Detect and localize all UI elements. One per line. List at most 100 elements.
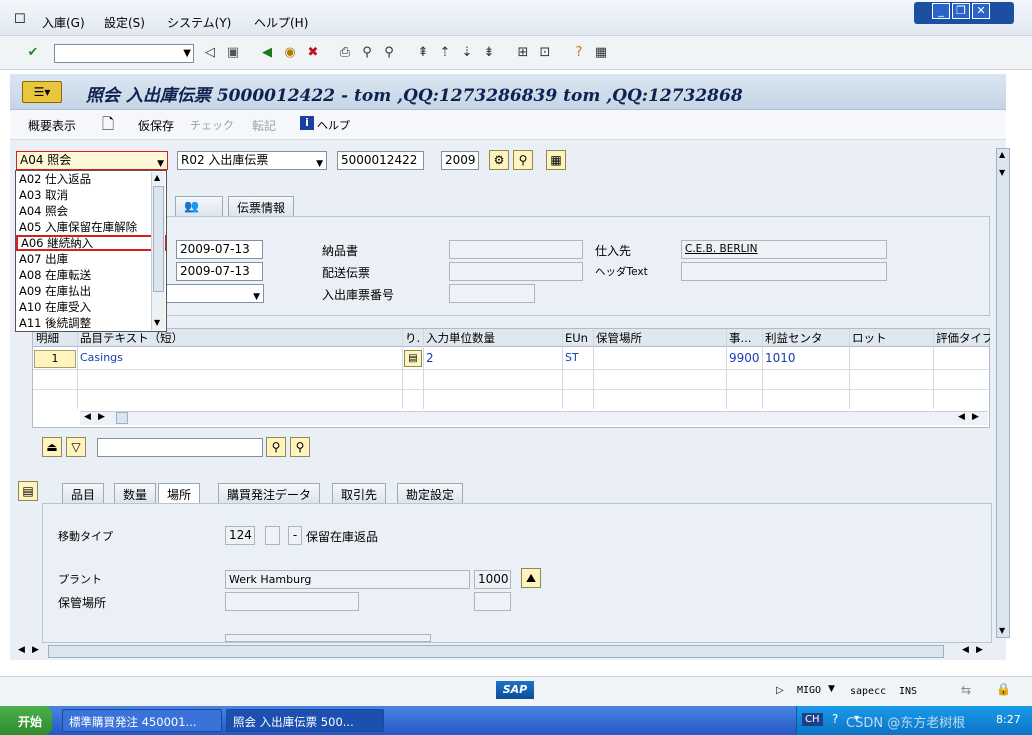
command-field[interactable]: ▼ — [54, 44, 194, 63]
scroll-right-icon[interactable]: ▶ — [98, 412, 105, 422]
slip-number-field[interactable] — [449, 284, 535, 303]
filter-icon[interactable]: ▽ — [66, 437, 86, 457]
dropdown-scroll-thumb[interactable] — [153, 186, 164, 292]
cancel-icon[interactable]: ✖ — [304, 44, 322, 62]
dropdown-option[interactable]: A09 在庫払出 — [16, 283, 166, 299]
scroll-left-end-icon[interactable]: ◀ — [958, 412, 965, 422]
reference-select[interactable]: R02 入出庫伝票 ▼ — [177, 151, 327, 170]
overview-button[interactable]: 概要表示 — [28, 117, 76, 134]
table-horizontal-scrollbar[interactable] — [80, 411, 988, 425]
scroll-right-end-icon[interactable]: ▶ — [972, 412, 979, 422]
detail-toggle-icon[interactable]: ▤ — [18, 481, 38, 501]
help-button[interactable]: ヘルプ — [317, 117, 350, 133]
tab-partner[interactable]: 👥 — [175, 196, 223, 216]
tab-where[interactable]: 場所 — [158, 483, 201, 503]
plant-code-field[interactable]: 1000 — [474, 570, 511, 589]
dropdown-scroll-up-icon[interactable]: ▲ — [154, 173, 160, 182]
dropdown-option[interactable]: A07 出庫 — [16, 251, 166, 267]
close-icon[interactable]: ✕ — [972, 3, 990, 19]
col-ok[interactable]: り. — [405, 329, 420, 347]
col-valuation[interactable]: 評価タイプ — [936, 329, 990, 347]
tab-po-data[interactable]: 購買発注データ — [218, 483, 321, 503]
find-next-icon[interactable]: ⚲ — [380, 44, 398, 62]
dropdown-option[interactable]: A11 後続調整 — [16, 315, 166, 331]
tab-partner-detail[interactable]: 取引先 — [332, 483, 387, 503]
storage-code-field[interactable] — [474, 592, 511, 611]
screen-menu-icon[interactable]: ☰▾ — [22, 81, 62, 103]
check-button[interactable]: チェック — [190, 117, 234, 133]
main-horizontal-scrollbar[interactable] — [48, 645, 944, 658]
tab-material[interactable]: 品目 — [62, 483, 105, 503]
storage-name-field[interactable] — [225, 592, 359, 611]
scroll-right-icon[interactable]: ▶ — [32, 645, 39, 655]
cell-profit-center[interactable]: 1010 — [765, 351, 796, 365]
plant-detail-icon[interactable]: ⛰ — [521, 568, 541, 588]
dropdown-option-highlighted[interactable]: A06 継続納入 — [16, 235, 166, 251]
new-session-icon[interactable]: ⊞ — [514, 44, 532, 62]
new-document-icon[interactable]: 🗋 — [102, 114, 114, 139]
next-page-icon[interactable]: ⇣ — [458, 44, 476, 62]
taskbar-item-po[interactable]: 標準購買発注 450001... — [62, 709, 222, 732]
action-select[interactable]: A04 照会 ▼ — [16, 151, 168, 170]
scroll-down-bottom-icon[interactable]: ▼ — [999, 626, 1005, 635]
scroll-thumb[interactable] — [116, 412, 128, 424]
col-batch[interactable]: ロット — [852, 329, 887, 347]
lang-indicator[interactable]: CH — [802, 713, 823, 726]
taskbar-item-doc[interactable]: 照会 入出庫伝票 500... — [226, 709, 384, 732]
menu-item-system[interactable]: システム(Y) — [167, 14, 231, 31]
delete-row-icon[interactable]: ⏏ — [42, 437, 62, 457]
scroll-up-icon[interactable]: ▲ — [999, 150, 1005, 159]
col-bus-area[interactable]: 事... — [729, 329, 751, 347]
header-select[interactable]: ▼ — [160, 284, 264, 303]
dropdown-scroll-down-icon[interactable]: ▼ — [154, 318, 160, 327]
prev-page-icon[interactable]: ⇡ — [436, 44, 454, 62]
col-qty[interactable]: 入力単位数量 — [426, 329, 495, 347]
dropdown-option[interactable]: A02 仕入返品 — [16, 171, 166, 187]
scroll-left-icon[interactable]: ◀ — [18, 645, 25, 655]
menu-item-goods[interactable]: 入庫(G) — [42, 14, 85, 31]
enter-icon[interactable]: ✔ — [24, 44, 42, 62]
help-icon[interactable]: ? — [570, 44, 588, 62]
list-icon[interactable]: ▦ — [546, 150, 566, 170]
scroll-left-icon[interactable]: ◀ — [84, 412, 91, 422]
dropdown-option[interactable]: A08 在庫転送 — [16, 267, 166, 283]
minimize-icon[interactable]: _ — [932, 3, 950, 19]
cell-unit[interactable]: ST — [565, 351, 579, 364]
tab-doc-info[interactable]: 伝票情報 — [228, 196, 295, 216]
tray-help-icon[interactable]: ? — [832, 712, 838, 726]
movement-dash-field[interactable]: - — [288, 526, 302, 545]
post-button[interactable]: 転記 — [252, 117, 276, 134]
movement-type-field[interactable]: 124 — [225, 526, 255, 545]
doc-number-field[interactable]: 5000012422 — [337, 151, 424, 170]
doc-date-field[interactable]: 2009-07-13 — [176, 240, 263, 259]
system-menu-icon[interactable]: ☐ — [14, 12, 26, 27]
print-icon[interactable]: ⎙ — [336, 44, 354, 62]
dropdown-option[interactable]: A03 取消 — [16, 187, 166, 203]
layout-menu-icon[interactable]: ▦ — [592, 44, 610, 62]
back-arrow-icon[interactable]: ◁ — [201, 44, 219, 62]
dropdown-option[interactable]: A04 照会 — [16, 203, 166, 219]
dropdown-option[interactable]: A10 在庫受入 — [16, 299, 166, 315]
exit-icon[interactable]: ◉ — [281, 44, 299, 62]
delivery-note-field[interactable] — [449, 240, 583, 259]
col-unit[interactable]: EUn — [565, 329, 588, 347]
col-profit-center[interactable]: 利益センタ — [765, 329, 823, 347]
save-icon[interactable]: ▣ — [224, 44, 242, 62]
hold-button[interactable]: 仮保存 — [138, 117, 174, 134]
row-selector[interactable]: 1 — [34, 350, 76, 368]
bill-of-lading-field[interactable] — [449, 262, 583, 281]
post-date-field[interactable]: 2009-07-13 — [176, 262, 263, 281]
execute-icon[interactable]: ⚙ — [489, 150, 509, 170]
extra-field[interactable] — [225, 634, 431, 642]
scroll-right-end-icon[interactable]: ▶ — [976, 645, 983, 655]
tab-quantity[interactable]: 数量 — [114, 483, 157, 503]
col-storage[interactable]: 保管場所 — [596, 329, 642, 347]
back-icon[interactable]: ◀ — [258, 44, 276, 62]
tab-account[interactable]: 勘定設定 — [397, 483, 464, 503]
status-tcode[interactable]: MIGO — [797, 685, 821, 696]
cell-material-text[interactable]: Casings — [80, 351, 123, 364]
restore-icon[interactable]: ❐ — [952, 3, 970, 19]
header-text-field[interactable] — [681, 262, 887, 281]
first-page-icon[interactable]: ⇞ — [414, 44, 432, 62]
start-button[interactable]: 开始 — [0, 706, 52, 735]
